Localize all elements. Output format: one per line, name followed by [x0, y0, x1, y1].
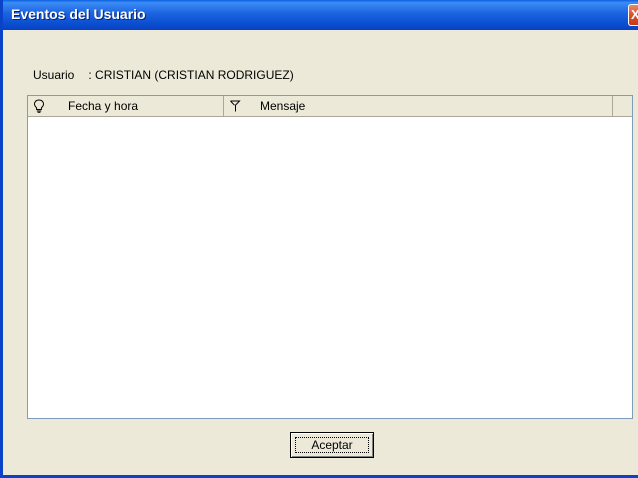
lightbulb-icon: [33, 99, 45, 113]
close-icon: X: [631, 7, 638, 22]
window-title: Eventos del Usuario: [11, 6, 146, 22]
flag-icon: [230, 100, 241, 112]
user-value: : CRISTIAN (CRISTIAN RODRIGUEZ): [88, 68, 294, 82]
column-header-extra[interactable]: [613, 96, 632, 116]
title-bar[interactable]: Eventos del Usuario X: [3, 0, 638, 30]
events-list[interactable]: Fecha y hora Mensaje: [27, 95, 633, 419]
events-dialog: Eventos del Usuario X Usuario : CRISTIAN …: [0, 0, 638, 478]
close-button[interactable]: X: [628, 4, 638, 26]
column-header-fecha[interactable]: Fecha y hora: [28, 96, 224, 116]
column-header-mensaje[interactable]: Mensaje: [224, 96, 613, 116]
aceptar-button-label: Aceptar: [295, 437, 369, 453]
column-label-fecha: Fecha y hora: [68, 99, 139, 113]
user-label: Usuario: [33, 68, 75, 82]
list-body: [28, 117, 632, 418]
user-info: Usuario : CRISTIAN (CRISTIAN RODRIGUEZ): [33, 68, 294, 82]
aceptar-button[interactable]: Aceptar: [290, 432, 374, 458]
column-label-mensaje: Mensaje: [260, 99, 306, 113]
list-header: Fecha y hora Mensaje: [28, 96, 632, 117]
